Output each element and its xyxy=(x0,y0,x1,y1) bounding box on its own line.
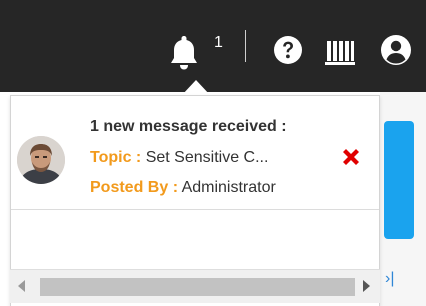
posted-by-line: Posted By : Administrator xyxy=(90,179,276,197)
notification-count: 1 xyxy=(214,34,223,51)
topic-label: Topic : xyxy=(90,149,142,166)
dropdown-caret xyxy=(182,80,210,95)
bell-icon[interactable] xyxy=(168,34,200,74)
notification-item[interactable]: 1 new message received : Topic : Set Sen… xyxy=(11,96,379,210)
scroll-left-arrow-icon[interactable] xyxy=(18,280,25,292)
user-icon[interactable] xyxy=(380,34,412,66)
topic-line: Topic : Set Sensitive C... xyxy=(90,149,268,167)
scroll-right-arrow-icon[interactable] xyxy=(363,280,370,292)
top-bar: 1 xyxy=(0,0,426,92)
blue-panel xyxy=(384,121,414,239)
library-icon[interactable] xyxy=(325,38,355,66)
posted-by-label: Posted By : xyxy=(90,179,179,196)
posted-by-value: Administrator xyxy=(181,179,276,196)
notification-title: 1 new message received : xyxy=(90,118,287,135)
pagination-chevron[interactable]: ›| xyxy=(385,270,394,288)
avatar-image xyxy=(17,136,65,184)
horizontal-scrollbar[interactable] xyxy=(10,269,380,303)
scroll-thumb[interactable] xyxy=(40,278,355,296)
avatar xyxy=(17,136,65,184)
toolbar-divider xyxy=(245,30,246,62)
topic-value: Set Sensitive C... xyxy=(145,149,269,166)
help-circle-icon[interactable] xyxy=(273,35,303,65)
close-icon[interactable] xyxy=(340,146,362,168)
